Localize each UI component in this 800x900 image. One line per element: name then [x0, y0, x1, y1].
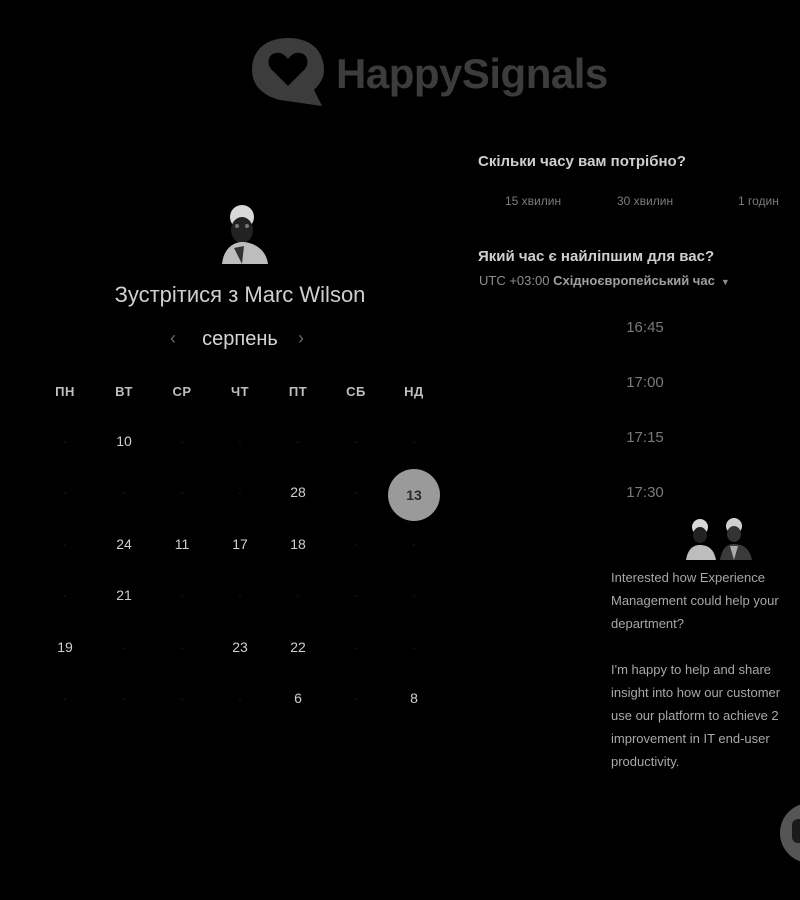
calendar-day-unavailable: ·	[237, 587, 243, 603]
chevron-right-icon[interactable]: ›	[298, 328, 304, 349]
weekday-label: СР	[172, 384, 192, 399]
weekday-label: СБ	[346, 384, 366, 399]
calendar-day-unavailable: ·	[237, 433, 243, 449]
calendar-day-unavailable: ·	[353, 433, 359, 449]
calendar-day[interactable]: 6	[278, 678, 318, 718]
timezone-offset: UTC +03:00	[479, 273, 550, 288]
duration-option-30[interactable]: 30 хвилин	[617, 194, 673, 208]
duration-question: Скільки часу вам потрібно?	[478, 153, 686, 170]
timezone-select[interactable]: UTC +03:00 Східноєвропейський час ▼	[479, 273, 730, 288]
calendar-day[interactable]: 28	[278, 472, 318, 512]
calendar-day[interactable]: 10	[104, 421, 144, 461]
time-slot[interactable]: 17:15	[580, 429, 710, 446]
brand-logo: HappySignals	[250, 36, 650, 111]
time-slot[interactable]: 16:45	[580, 319, 710, 336]
calendar-day[interactable]: 22	[278, 627, 318, 667]
promo-text: Interested how Experience Management cou…	[611, 566, 800, 773]
month-navigation: ‹ серпень ›	[160, 326, 320, 354]
chevron-left-icon[interactable]: ‹	[170, 328, 176, 349]
calendar-day-unavailable: ·	[179, 639, 185, 655]
time-question: Який час є найліпшим для вас?	[478, 248, 715, 265]
two-person-avatars	[686, 518, 752, 560]
calendar-day-unavailable: ·	[121, 484, 127, 500]
calendar-day-unavailable: ·	[121, 639, 127, 655]
calendar-day-unavailable: ·	[411, 536, 417, 552]
caret-down-icon: ▼	[720, 277, 730, 287]
weekday-label: ЧТ	[230, 384, 250, 399]
promo-paragraph-2: I'm happy to help and share insight into…	[611, 662, 781, 769]
promo-paragraph-1: Interested how Experience Management cou…	[611, 570, 779, 631]
calendar-day-unavailable: ·	[237, 690, 243, 706]
calendar-day-unavailable: ·	[411, 639, 417, 655]
calendar-day-unavailable: ·	[353, 536, 359, 552]
calendar-day-unavailable: ·	[179, 433, 185, 449]
weekday-label: ПТ	[288, 384, 308, 399]
month-label: серпень	[202, 328, 278, 350]
meeting-title: Зустрітися з Marc Wilson	[0, 282, 480, 308]
calendar-day-unavailable: ·	[353, 639, 359, 655]
brand-name: HappySignals	[336, 50, 608, 97]
calendar-day[interactable]: 18	[278, 524, 318, 564]
timezone-name: Східноєвропейський час	[553, 273, 715, 288]
calendar-day-unavailable: ·	[295, 587, 301, 603]
calendar-day[interactable]: 21	[104, 575, 144, 615]
calendar-day-unavailable: ·	[62, 484, 68, 500]
meet-prefix: Зустрітися з	[114, 282, 245, 307]
calendar-day-unavailable: ·	[62, 690, 68, 706]
weekday-label: ПН	[55, 384, 75, 399]
calendar-day-unavailable: ·	[353, 587, 359, 603]
calendar-day[interactable]: 11	[162, 524, 202, 564]
calendar-day-unavailable: ·	[411, 587, 417, 603]
calendar-day-unavailable: ·	[179, 690, 185, 706]
calendar-day-unavailable: ·	[411, 433, 417, 449]
calendar-day[interactable]: 19	[45, 627, 85, 667]
calendar-day-unavailable: ·	[353, 484, 359, 500]
calendar-day[interactable]: 8	[394, 678, 434, 718]
time-slot[interactable]: 17:30	[580, 484, 710, 501]
calendar-day-unavailable: ·	[62, 587, 68, 603]
calendar-day-unavailable: ·	[353, 690, 359, 706]
calendar-day-unavailable: ·	[179, 484, 185, 500]
calendar-day[interactable]: 23	[220, 627, 260, 667]
calendar-day-selected[interactable]: 13	[388, 469, 440, 521]
host-name: Marc Wilson	[244, 282, 366, 307]
calendar-day[interactable]: 17	[220, 524, 260, 564]
duration-option-60[interactable]: 1 годин	[738, 194, 779, 208]
calendar-day-unavailable: ·	[295, 433, 301, 449]
calendar-day-unavailable: ·	[62, 433, 68, 449]
heart-bubble-icon	[252, 38, 324, 106]
duration-option-15[interactable]: 15 хвилин	[505, 194, 561, 208]
calendar-day-unavailable: ·	[179, 587, 185, 603]
calendar-day[interactable]: 24	[104, 524, 144, 564]
calendar-day-unavailable: ·	[62, 536, 68, 552]
weekday-label: ВТ	[115, 384, 133, 399]
chat-bubble-icon[interactable]	[780, 803, 800, 863]
time-slot[interactable]: 17:00	[580, 374, 710, 391]
calendar-day-unavailable: ·	[121, 690, 127, 706]
weekday-label: НД	[404, 384, 424, 399]
host-avatar	[222, 205, 268, 264]
calendar-day-unavailable: ·	[237, 484, 243, 500]
